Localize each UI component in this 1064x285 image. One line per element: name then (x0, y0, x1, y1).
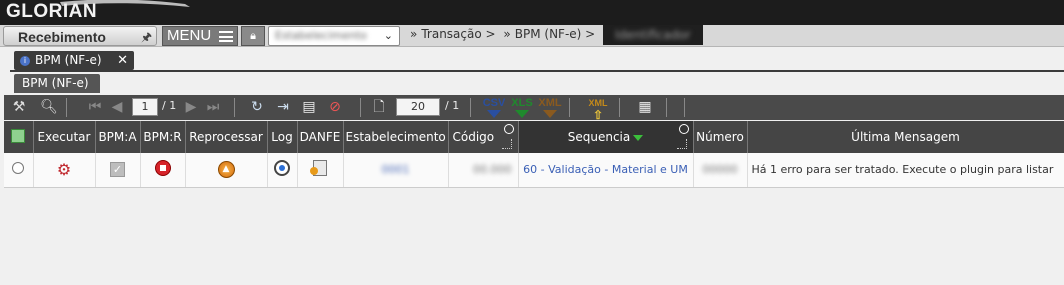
col-bpm-r[interactable]: BPM:R (140, 121, 186, 153)
breadcrumb-current: Identificador (603, 25, 703, 45)
page-size-icon: 🗋︎ (373, 99, 385, 115)
col-log[interactable]: Log (267, 121, 298, 153)
numero-cell: 00000 (693, 153, 748, 188)
col-reprocessar[interactable]: Reprocessar (185, 121, 268, 153)
sort-desc-icon (633, 134, 644, 141)
filter-dots (676, 139, 687, 149)
toolbar-separator (666, 98, 667, 117)
next-page-icon[interactable]: ▶ (180, 97, 202, 118)
col-executar[interactable]: Executar (33, 121, 96, 153)
codigo-cell: 00.000 (448, 153, 519, 188)
glorian-logo[interactable]: GLORIAN (6, 1, 97, 23)
col-ultima-mensagem[interactable]: Última Mensagem (747, 121, 1064, 153)
export-icon[interactable]: ⇥ (272, 97, 294, 118)
tools-icon[interactable]: ⚒ (8, 97, 30, 118)
tab-underline (10, 70, 1064, 72)
toolbar-separator (470, 98, 471, 117)
clear-filter-icon[interactable]: ⊘ (324, 97, 346, 118)
grid-toolbar: ⚒ 🔍︎ ⏮ ◀ 1 / 1 ▶ ⏭ ↻ ⇥ ▤ ⊘ 🗋︎ 20 / 1 CSV… (4, 95, 1064, 121)
page-size-input[interactable]: 20 (396, 98, 440, 116)
breadcrumb-transacao[interactable]: Transação > (421, 27, 495, 41)
page-input[interactable]: 1 (132, 98, 158, 116)
chevron-down-icon: ⌄ (383, 29, 393, 42)
col-danfe[interactable]: DANFE (297, 121, 344, 153)
breadcrumb-bpm[interactable]: BPM (NF-e) > (515, 27, 595, 41)
tab-bpm-nfe[interactable]: i BPM (NF-e) ✕ (14, 51, 134, 70)
col-numero[interactable]: Número (693, 121, 748, 153)
menu-button[interactable]: MENU (162, 26, 238, 46)
radio-button[interactable] (12, 162, 25, 175)
toolbar-separator (684, 98, 685, 117)
lock-icon[interactable]: 🔒︎ (241, 26, 265, 46)
estabelecimento-cell[interactable]: 0001 (343, 153, 449, 188)
select-all-icon[interactable] (4, 121, 34, 153)
breadcrumb-icon: » (503, 27, 511, 41)
toolbar-separator (619, 98, 620, 117)
table-header-row: Executar BPM:A BPM:R Reprocessar Log DAN… (4, 121, 1064, 153)
page-size-total: / 1 (445, 99, 460, 112)
top-header: GLORIAN (0, 0, 1064, 25)
tab-label: BPM (NF-e) (35, 53, 102, 67)
toolbar-separator (234, 98, 235, 117)
navigation-bar: Recebimento 🖈 MENU 🔒︎ Estabelecimento ⌄ … (0, 25, 1064, 47)
danfe-cell[interactable] (297, 153, 344, 188)
col-estabelecimento[interactable]: Estabelecimento (343, 121, 449, 153)
toolbar-separator (569, 98, 570, 117)
col-codigo-label: Código (452, 130, 495, 144)
search-icon[interactable]: 🔍︎ (38, 97, 60, 118)
company-select[interactable]: Estabelecimento ⌄ (268, 26, 400, 46)
xml-export-icon[interactable]: XML (537, 97, 563, 118)
breadcrumb-icon: » (410, 27, 418, 41)
reprocess-icon[interactable]: ▲ (217, 161, 235, 179)
csv-export-icon[interactable]: CSV (481, 97, 507, 118)
first-page-icon[interactable]: ⏮ (84, 97, 106, 118)
page-total: / 1 (162, 99, 177, 112)
info-icon: i (20, 55, 30, 66)
stop-icon[interactable] (154, 160, 171, 177)
danfe-icon[interactable] (310, 160, 327, 177)
bpm-r-cell[interactable] (140, 153, 186, 188)
filter-icon[interactable] (503, 124, 514, 134)
layout-icon[interactable]: ▦ (634, 97, 656, 118)
col-bpm-a[interactable]: BPM:A (95, 121, 141, 153)
hamburger-icon (219, 31, 233, 42)
xls-export-icon[interactable]: XLS (509, 97, 535, 118)
log-icon[interactable] (274, 160, 290, 177)
toolbar-separator (66, 98, 67, 117)
module-selector[interactable]: Recebimento 🖈 (3, 26, 157, 46)
filter-icon[interactable] (678, 124, 689, 134)
refresh-icon[interactable]: ↻ (246, 97, 268, 118)
bpm-a-cell: ✓ (95, 153, 141, 188)
document-icon[interactable]: ▤ (298, 97, 320, 118)
last-page-icon[interactable]: ⏭ (202, 97, 224, 118)
row-radio[interactable] (4, 153, 34, 188)
data-table: Executar BPM:A BPM:R Reprocessar Log DAN… (4, 121, 1064, 188)
menu-label: MENU (167, 27, 212, 44)
col-sequencia-label: Sequencia (567, 130, 631, 144)
table-row[interactable]: ⚙ ✓ ▲ 0001 00.000 60 - Validação - Mater… (4, 153, 1064, 188)
ultima-mensagem-cell: Há 1 erro para ser tratado. Execute o pl… (747, 153, 1064, 188)
breadcrumb: » Transação > » BPM (NF-e) > Identificador (410, 25, 703, 45)
module-label: Recebimento (18, 29, 106, 45)
filter-dots (501, 139, 512, 149)
company-select-value: Estabelecimento (275, 29, 367, 42)
close-icon[interactable]: ✕ (117, 51, 128, 70)
executar-cell[interactable]: ⚙ (33, 153, 96, 188)
pin-icon[interactable]: 🖈 (141, 28, 152, 49)
xml-upload-icon[interactable]: XML ⇧ (585, 97, 611, 121)
subtab-bpm-nfe[interactable]: BPM (NF-e) (14, 74, 100, 93)
col-codigo[interactable]: Código (448, 121, 519, 153)
reprocessar-cell[interactable]: ▲ (185, 153, 268, 188)
sequencia-cell[interactable]: 60 - Validação - Material e UM (518, 153, 694, 188)
prev-page-icon[interactable]: ◀ (106, 97, 128, 118)
log-cell[interactable] (267, 153, 298, 188)
toolbar-separator (360, 98, 361, 117)
gear-icon[interactable]: ⚙ (57, 160, 71, 179)
col-sequencia[interactable]: Sequencia (518, 121, 694, 153)
checkbox-icon: ✓ (110, 162, 125, 178)
